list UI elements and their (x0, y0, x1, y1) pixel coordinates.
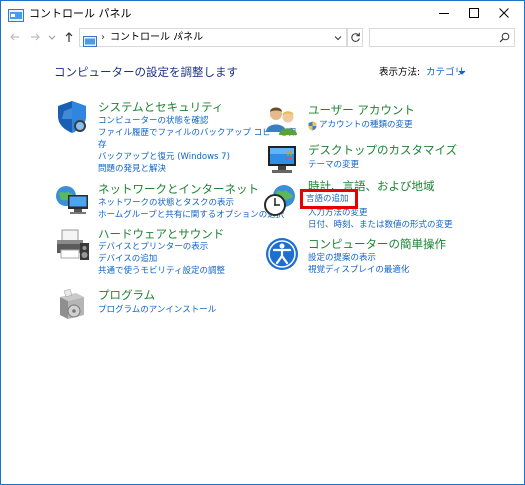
breadcrumb-separator[interactable]: › (177, 31, 181, 44)
close-icon (499, 8, 509, 18)
control-panel-window: コントロール パネル › コントロール パネル › コンピューターの設定を調整し… (0, 0, 525, 485)
up-button[interactable] (62, 30, 76, 44)
back-arrow-icon (10, 33, 19, 41)
link-suggested-settings[interactable]: 設定の提案の表示 (308, 253, 376, 264)
category-user-accounts[interactable]: ユーザー アカウント (308, 103, 415, 117)
link-change-date-time-format[interactable]: 日付、時刻、または数値の形式の変更 (308, 220, 453, 231)
back-button[interactable] (8, 30, 22, 44)
address-bar[interactable]: › コントロール パネル › (79, 28, 347, 47)
link-uninstall-program[interactable]: プログラムのアンインストール (98, 305, 216, 316)
highlight-box (300, 189, 358, 209)
breadcrumb-separator: › (101, 32, 105, 43)
control-panel-icon (8, 7, 24, 22)
search-input[interactable] (369, 28, 515, 47)
forward-arrow-icon (31, 33, 40, 41)
chevron-down-icon[interactable] (458, 70, 466, 76)
breadcrumb-control-panel[interactable]: コントロール パネル (110, 31, 203, 44)
printer-icon[interactable] (54, 226, 90, 262)
link-check-computer-status[interactable]: コンピューターの状態を確認 (98, 116, 209, 127)
category-programs[interactable]: プログラム (98, 288, 155, 302)
forward-button[interactable] (28, 30, 42, 44)
address-dropdown-button[interactable] (331, 28, 345, 47)
title-bar: コントロール パネル (1, 1, 524, 27)
refresh-icon (350, 32, 360, 42)
link-add-device[interactable]: デバイスの追加 (98, 254, 157, 265)
desktop-icon[interactable] (264, 142, 300, 178)
clock-globe-icon[interactable] (264, 182, 300, 218)
chevron-down-icon (334, 35, 342, 40)
minimize-icon (439, 13, 449, 14)
up-arrow-icon (65, 32, 73, 42)
shield-icon[interactable] (54, 99, 90, 135)
category-desktop-customization[interactable]: デスクトップのカスタマイズ (308, 143, 457, 157)
category-ease-of-access[interactable]: コンピューターの簡単操作 (308, 237, 446, 251)
control-panel-icon (83, 32, 97, 47)
link-homegroup-sharing[interactable]: ホームグループと共有に関するオプションの選択 (98, 210, 284, 221)
programs-icon[interactable] (54, 287, 90, 323)
link-change-theme[interactable]: テーマの変更 (308, 160, 359, 171)
maximize-icon (469, 8, 479, 18)
link-change-input-method[interactable]: 入力方法の変更 (308, 208, 368, 219)
link-file-history-backup-cont[interactable]: 存 (98, 140, 107, 151)
window-title: コントロール パネル (29, 7, 132, 20)
recent-locations-button[interactable] (45, 30, 59, 44)
link-optimize-visual-display[interactable]: 視覚ディスプレイの最適化 (308, 265, 409, 276)
chevron-down-icon (48, 35, 56, 40)
category-hardware-sound[interactable]: ハードウェアとサウンド (98, 227, 224, 241)
users-icon[interactable] (264, 102, 300, 138)
link-backup-restore[interactable]: バックアップと復元 (Windows 7) (98, 152, 230, 163)
link-change-account-type[interactable]: アカウントの種類の変更 (319, 120, 413, 131)
uac-shield-icon (308, 121, 317, 131)
link-troubleshoot[interactable]: 問題の発見と解決 (98, 164, 166, 175)
search-icon (499, 32, 510, 43)
network-icon[interactable] (54, 181, 90, 217)
link-devices-printers[interactable]: デバイスとプリンターの表示 (98, 242, 208, 253)
view-by-label: 表示方法: (379, 67, 421, 78)
category-network-internet[interactable]: ネットワークとインターネット (98, 182, 259, 196)
category-system-security[interactable]: システムとセキュリティ (98, 100, 223, 114)
link-network-status[interactable]: ネットワークの状態とタスクの表示 (98, 198, 234, 209)
refresh-button[interactable] (347, 28, 363, 47)
link-mobility-settings[interactable]: 共通で使うモビリティ設定の調整 (98, 266, 225, 277)
ease-of-access-icon[interactable] (264, 236, 300, 272)
close-button[interactable] (484, 1, 524, 25)
page-title: コンピューターの設定を調整します (54, 65, 238, 79)
